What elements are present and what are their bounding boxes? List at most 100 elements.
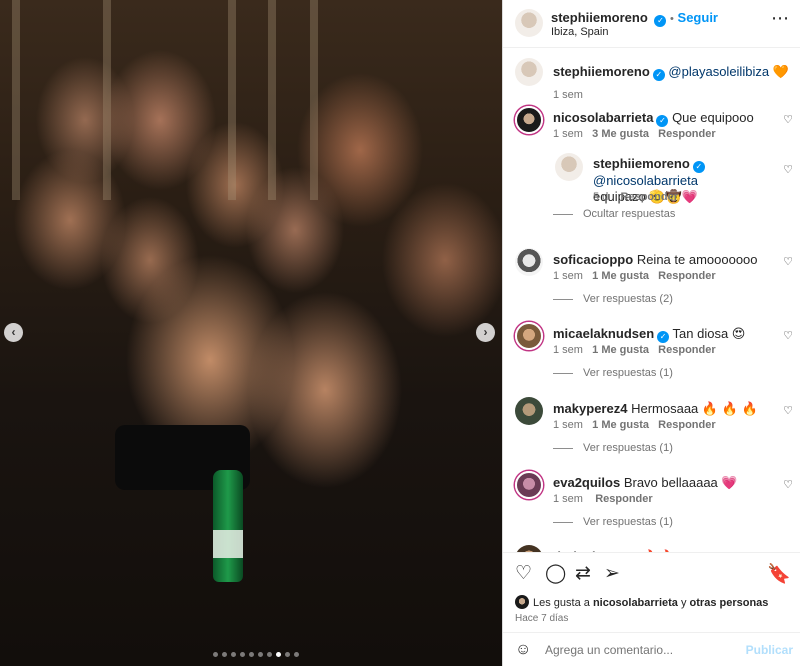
comment-time: 1 sem [553,128,583,140]
emoji-picker-icon[interactable]: ☺ [515,641,531,659]
carousel-dots [213,652,299,657]
comment-username[interactable]: micaelaknudsen [553,326,654,341]
follow-button[interactable]: Seguir [678,10,718,25]
reply-button[interactable]: Responder [595,493,652,505]
view-replies-button[interactable]: Ver respuestas (1) [553,367,673,379]
mention-link[interactable]: @playasoleilibiza [668,64,769,79]
comment-icon[interactable]: ◯ [545,562,566,585]
view-replies-button[interactable]: Ver respuestas (2) [553,293,673,305]
heart-icon[interactable]: ♡ [515,562,532,585]
comment-time: 1 sem [553,419,583,431]
post-sidebar: stephiiemoreno ✓ • Seguir Ibiza, Spain ⋯… [502,0,800,666]
caption-emoji: 🧡 [772,64,789,79]
verified-badge-icon: ✓ [656,115,669,127]
view-replies-label: Ver respuestas (2) [583,293,673,305]
reply-button[interactable]: Responder [658,128,715,140]
comment: soficacioppo Reina te amooooooo 1 sem 1 … [515,246,800,286]
divider [553,447,573,449]
bookmark-icon[interactable]: 🔖 [767,562,791,586]
comments-list[interactable]: stephiiemoreno ✓ @playasoleilibiza 🧡 1 se… [503,48,800,552]
comment-meta: 1 sem Responder [553,493,653,505]
likes-prefix: Les gusta a [533,597,590,609]
comment-username[interactable]: soficacioppo [553,252,633,267]
comment-username[interactable]: stephiiemoreno [593,156,690,171]
comment-likes[interactable]: 1 Me gusta [592,270,649,282]
likes-summary: Les gusta a nicosolabarrieta y otras per… [515,595,768,609]
comment-like-icon[interactable]: ♡ [783,478,793,491]
avatar[interactable] [515,545,543,552]
separator: • [670,13,674,25]
comment-meta: 1 sem 1 Me gusta Responder [553,419,716,431]
wood-beam [310,0,318,200]
comment-like-icon[interactable]: ♡ [783,255,793,268]
view-replies-button[interactable]: Ver respuestas (1) [553,516,673,528]
author-username[interactable]: stephiiemoreno [551,10,648,25]
avatar[interactable] [515,106,543,134]
chevron-right-icon[interactable]: › [476,323,495,342]
avatar[interactable] [515,322,543,350]
comment: eva2quilos Bravo bellaaaaa 💗 1 sem Respo… [515,469,800,509]
post-header: stephiiemoreno ✓ • Seguir Ibiza, Spain ⋯ [503,0,800,48]
reply-button[interactable]: Responder [621,191,678,203]
reply-button[interactable]: Responder [658,270,715,282]
mention-link[interactable]: @nicosolabarrieta [593,173,698,188]
comment-like-icon[interactable]: ♡ [783,404,793,417]
chevron-left-icon[interactable]: ‹ [4,323,23,342]
comment-username[interactable]: nicosolabarrieta [553,110,653,125]
comment-time: 5 d [593,191,609,203]
avatar[interactable] [515,248,543,276]
hide-replies-button[interactable]: Ocultar respuestas [553,208,675,220]
send-icon[interactable]: ➢ [604,562,620,585]
liker-username[interactable]: nicosolabarrieta [593,597,678,609]
view-replies-label: Ver respuestas (1) [583,442,673,454]
view-replies-label: Ver respuestas (1) [583,516,673,528]
reply-button[interactable]: Responder [658,344,715,356]
share-icon[interactable]: ⇄ [575,562,591,585]
post-photo[interactable]: ‹ › [0,0,502,666]
comment-time: 1 sem [553,344,583,356]
comment: dario_loconte 🔥🔥 [515,543,800,552]
caption-username[interactable]: stephiiemoreno [553,64,650,79]
comment-body: Reina te amooooooo [636,252,758,267]
likes-others-link[interactable]: otras personas [690,597,769,609]
comment-input[interactable] [545,641,745,659]
carousel-dot [231,652,236,657]
verified-badge-icon: ✓ [654,15,667,27]
comment-likes[interactable]: 3 Me gusta [592,128,649,140]
comment-likes[interactable]: 1 Me gusta [592,344,649,356]
avatar[interactable] [515,471,543,499]
verified-badge-icon: ✓ [657,331,670,343]
comment-username[interactable]: eva2quilos [553,475,620,490]
comment: nicosolabarrieta ✓ Que equipooo 1 sem 3 M… [515,104,800,144]
comment-username[interactable]: makyperez4 [553,401,627,416]
avatar[interactable] [515,58,543,86]
avatar[interactable] [515,9,543,37]
location[interactable]: Ibiza, Spain [551,26,608,38]
reply-button[interactable]: Responder [658,419,715,431]
caption-text: stephiiemoreno ✓ @playasoleilibiza 🧡 [553,64,789,81]
post-actions: ♡ ◯ ⇄ ➢ 🔖 Les gusta a nicosolabarrieta y… [503,552,800,632]
more-options-icon[interactable]: ⋯ [771,9,789,27]
post-date: Hace 7 días [515,613,569,624]
comment: micaelaknudsen ✓ Tan diosa 😍 1 sem 1 Me g… [515,320,800,360]
comment-like-icon[interactable]: ♡ [783,329,793,342]
comment-text: micaelaknudsen ✓ Tan diosa 😍 [553,326,745,343]
comment-time: 1 sem [553,270,583,282]
avatar[interactable] [555,153,583,181]
wood-beam [228,0,236,200]
caption-time: 1 sem [553,89,583,101]
view-replies-button[interactable]: Ver respuestas (1) [553,442,673,454]
comment-like-icon[interactable]: ♡ [783,113,793,126]
comment-form: ☺ Publicar [503,632,800,666]
avatar[interactable] [515,397,543,425]
carousel-dot [267,652,272,657]
comment-like-icon[interactable]: ♡ [783,163,793,176]
comment-text: eva2quilos Bravo bellaaaaa 💗 [553,475,738,491]
divider [553,298,573,300]
bottle-label-detail [213,530,243,558]
comment-body: Hermosaaa 🔥 🔥 🔥 [631,401,758,416]
post-button[interactable]: Publicar [746,643,793,657]
comment-likes[interactable]: 1 Me gusta [592,419,649,431]
comment-meta: 1 sem 3 Me gusta Responder [553,128,716,140]
comment-time: 1 sem [553,493,583,505]
